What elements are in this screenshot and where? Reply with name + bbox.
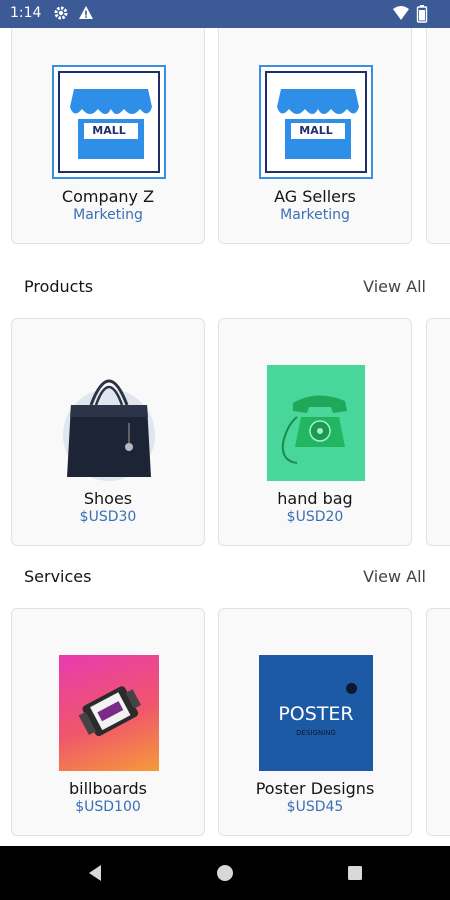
product-card[interactable]: hand bag $USD20: [218, 318, 412, 546]
telephone-image: [267, 365, 365, 481]
recents-button[interactable]: [325, 846, 385, 900]
poster-title-text: POSTER: [278, 703, 354, 725]
service-card[interactable]: POSTER DESIGNING Poster Designs $USD45: [218, 608, 412, 836]
service-card[interactable]: billboards $USD100: [11, 608, 205, 836]
products-view-all-link[interactable]: View All: [363, 277, 426, 296]
store-card[interactable]: MALL Company Z Marketing: [11, 28, 205, 244]
gear-icon: [53, 5, 69, 25]
home-icon: [217, 865, 233, 881]
mall-logo-text: MALL: [92, 124, 126, 137]
mall-logo-icon: MALL: [259, 65, 373, 179]
services-row[interactable]: billboards $USD100 POSTER DESIGNING Post…: [0, 608, 450, 838]
recents-icon: [348, 866, 362, 880]
status-time: 1:14: [10, 5, 42, 21]
back-button[interactable]: [65, 846, 125, 900]
service-price: $USD100: [75, 799, 141, 815]
services-title: Services: [24, 567, 92, 586]
poster-image: POSTER DESIGNING: [259, 655, 373, 771]
product-card[interactable]: Shoes $USD30: [11, 318, 205, 546]
mall-logo-text: MALL: [299, 124, 333, 137]
services-view-all-link[interactable]: View All: [363, 567, 426, 586]
home-button[interactable]: [195, 846, 255, 900]
product-name: hand bag: [277, 489, 353, 508]
store-name: AG Sellers: [274, 187, 356, 206]
stores-row[interactable]: MALL Company Z Marketing MALL AG Sellers…: [0, 28, 450, 248]
product-card-peek[interactable]: [426, 318, 450, 546]
product-price: $USD30: [79, 509, 137, 525]
service-name: Poster Designs: [255, 779, 375, 798]
store-card-peek[interactable]: [426, 28, 450, 244]
battery-icon: [416, 5, 428, 27]
status-bar: 1:14: [0, 0, 450, 28]
service-name: billboards: [68, 779, 148, 798]
service-price: $USD45: [286, 799, 344, 815]
store-category: Marketing: [73, 207, 143, 223]
product-name: Shoes: [83, 489, 133, 508]
store-category: Marketing: [280, 207, 350, 223]
product-price: $USD20: [286, 509, 344, 525]
content-scroll-area[interactable]: MALL Company Z Marketing MALL AG Sellers…: [0, 28, 450, 846]
store-name: Company Z: [61, 187, 155, 206]
system-nav-bar: [0, 846, 450, 900]
film-roll-image: [59, 655, 159, 771]
poster-subtitle-text: DESIGNING: [296, 729, 336, 737]
service-card-peek[interactable]: [426, 608, 450, 836]
mall-logo-icon: MALL: [52, 65, 166, 179]
back-icon: [89, 865, 101, 881]
poster-dot: [346, 683, 357, 694]
products-row[interactable]: Shoes $USD30 hand bag $USD20: [0, 318, 450, 548]
wifi-icon: [392, 5, 410, 25]
handbag-image: [63, 365, 155, 481]
store-card[interactable]: MALL AG Sellers Marketing: [218, 28, 412, 244]
alert-icon: [78, 5, 94, 25]
products-title: Products: [24, 277, 94, 296]
